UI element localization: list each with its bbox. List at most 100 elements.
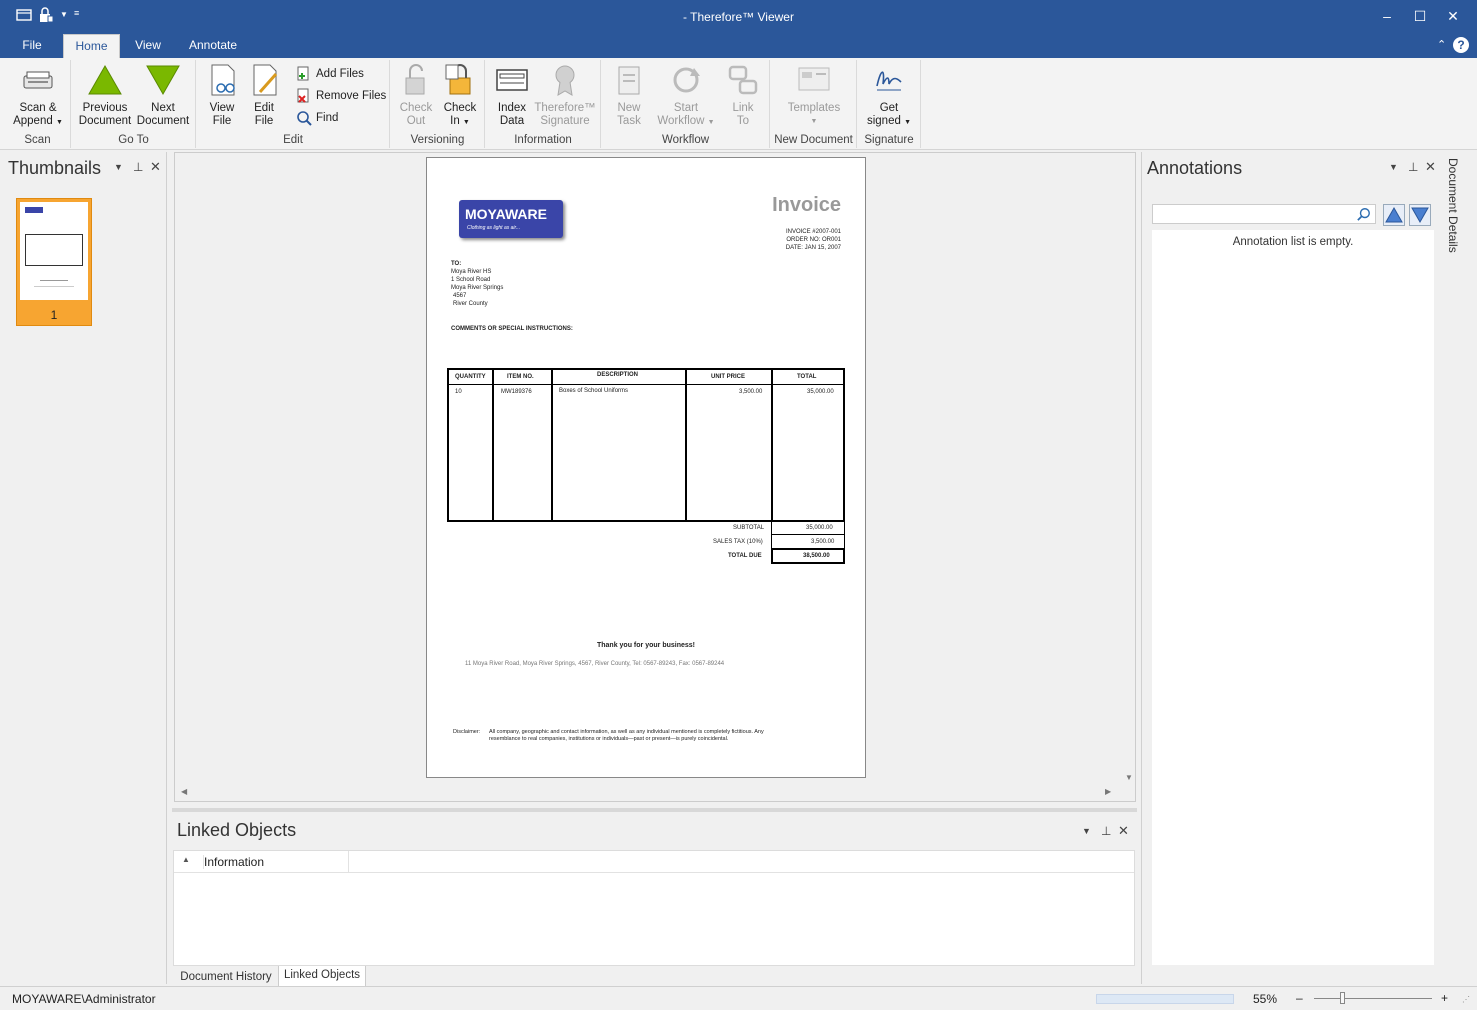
group-scan: Scan & Append ▼ Scan [5,60,71,148]
search-icon [297,111,312,126]
check-out-button[interactable]: Check Out [395,62,437,128]
group-workflow: New Task Start Workflow ▼ Link To Workfl… [602,60,770,148]
pin-icon[interactable]: ⊥ [133,160,143,174]
vertical-scrollbar[interactable]: ▼ [1125,153,1135,783]
group-new-document: Templates ▼ New Document [771,60,857,148]
horizontal-scrollbar[interactable]: ◀ ▶ [175,787,1125,799]
sort-ascending-icon[interactable]: ▲ [182,855,190,864]
view-file-icon [211,64,235,96]
scan-append-button[interactable]: Scan & Append ▼ [9,62,67,129]
linked-objects-title: Linked Objects [177,820,297,840]
group-information: Index Data Therefore™ Signature Informat… [486,60,601,148]
previous-document-button[interactable]: Previous Document [76,62,134,128]
arrow-up-icon [88,64,122,95]
templates-button[interactable]: Templates ▼ [777,62,851,128]
remove-files-icon [297,88,309,103]
linked-objects-pane: Linked Objects ▼ ⊥ ✕ ▲ Information Docum… [172,808,1137,988]
tab-home[interactable]: Home [63,34,120,58]
status-bar: MOYAWARE\Administrator 55% – + ⋰ [0,986,1477,1010]
zoom-in-button[interactable]: + [1441,991,1448,1005]
close-icon[interactable]: ✕ [150,159,161,175]
thanks-text: Thank you for your business! [596,642,695,649]
edit-file-button[interactable]: Edit File [243,62,285,128]
next-annotation-icon[interactable] [1409,204,1431,226]
thumbnail-page-number: 1 [50,308,58,322]
tab-file[interactable]: File [10,34,54,58]
title-bar: ▼ ≡ - Therefore™ Viewer – ☐ ✕ [0,0,1477,34]
view-file-button[interactable]: View File [201,62,243,128]
tab-linked-objects[interactable]: Linked Objects [278,966,366,988]
linked-objects-grid: ▲ Information [173,850,1135,966]
group-versioning: Check Out Check In ▼ Versioning [391,60,485,148]
get-signed-button[interactable]: Get signed ▼ [864,62,914,129]
new-task-button[interactable]: New Task [606,62,652,128]
zoom-out-button[interactable]: – [1296,991,1303,1005]
therefore-signature-button[interactable]: Therefore™ Signature [534,62,596,128]
workflow-icon [673,67,700,93]
column-information[interactable]: Information [203,855,264,869]
zoom-slider[interactable] [1314,998,1432,999]
ribbon: Scan & Append ▼ Scan Previous Document N… [0,58,1477,150]
minimize-button[interactable]: – [1372,6,1402,26]
scanner-icon [23,71,53,89]
link-icon [728,65,758,95]
current-user: MOYAWARE\Administrator [12,992,156,1006]
next-document-button[interactable]: Next Document [134,62,192,128]
edit-file-icon [253,64,278,96]
pin-icon[interactable]: ⊥ [1408,160,1418,174]
document-viewer[interactable]: MOYAWARE Clothing as light as air... Inv… [174,152,1136,802]
add-files-button[interactable]: Add Files [296,65,364,83]
close-button[interactable]: ✕ [1438,6,1468,26]
group-signature: Get signed ▼ Signature [858,60,921,148]
start-workflow-button[interactable]: Start Workflow ▼ [654,62,718,129]
signature-icon [876,71,902,91]
check-in-icon [445,64,471,95]
pane-menu-icon[interactable]: ▼ [1389,162,1398,172]
check-in-button[interactable]: Check In ▼ [439,62,481,129]
window-title: - Therefore™ Viewer [683,10,794,24]
templates-icon [798,67,830,91]
annotation-empty-message: Annotation list is empty. [1232,236,1354,248]
add-files-icon [297,66,309,81]
seal-icon [555,65,575,96]
tab-annotate[interactable]: Annotate [180,34,246,58]
page-thumbnail[interactable]: 1 [16,198,92,326]
annotations-pane: Annotations ▼ ⊥ ✕ Annotation list is emp… [1141,152,1441,984]
annotations-title: Annotations [1147,158,1243,178]
zoom-slider-thumb[interactable] [1340,992,1345,1004]
previous-annotation-icon[interactable] [1383,204,1405,226]
tab-view[interactable]: View [125,34,171,58]
pane-menu-icon[interactable]: ▼ [1082,826,1091,836]
group-edit: View File Edit File Add Files Remove Fil… [197,60,390,148]
thumbnails-title: Thumbnails [8,158,102,178]
group-goto: Previous Document Next Document Go To [72,60,196,148]
progress-bar [1096,994,1234,1004]
pin-icon[interactable]: ⊥ [1101,824,1111,838]
pane-menu-icon[interactable]: ▼ [114,162,123,172]
find-button[interactable]: Find [296,109,338,127]
invoice-heading: Invoice [772,194,841,216]
invoice-table: QUANTITY ITEM NO. DESCRIPTION UNIT PRICE… [447,368,845,522]
search-icon[interactable] [1357,207,1371,221]
document-page: MOYAWARE Clothing as light as air... Inv… [426,157,866,778]
resize-grip-icon[interactable]: ⋰ [1462,995,1470,1004]
collapse-ribbon-icon[interactable]: ⌃ [1437,38,1446,51]
annotation-search-input[interactable] [1152,204,1376,224]
document-details-tab[interactable]: Document Details [1442,152,1468,984]
tab-document-history[interactable]: Document History [174,968,278,988]
annotation-list: Annotation list is empty. [1152,230,1434,965]
remove-files-button[interactable]: Remove Files [296,87,386,105]
thumbnail-preview [20,202,88,300]
zoom-level: 55% [1253,992,1278,1006]
ribbon-tabs: File Home View Annotate ⌃ ? [0,34,1477,58]
index-data-button[interactable]: Index Data [490,62,534,128]
arrow-down-icon [146,65,180,96]
close-icon[interactable]: ✕ [1425,159,1436,175]
check-out-icon [405,64,425,95]
close-icon[interactable]: ✕ [1118,823,1129,839]
thumbnails-pane: Thumbnails ▼ ⊥ ✕ 1 [2,152,167,984]
maximize-button[interactable]: ☐ [1405,6,1435,26]
document-details-label: Document Details [1446,158,1460,253]
help-icon[interactable]: ? [1453,37,1469,53]
link-to-button[interactable]: Link To [720,62,766,128]
